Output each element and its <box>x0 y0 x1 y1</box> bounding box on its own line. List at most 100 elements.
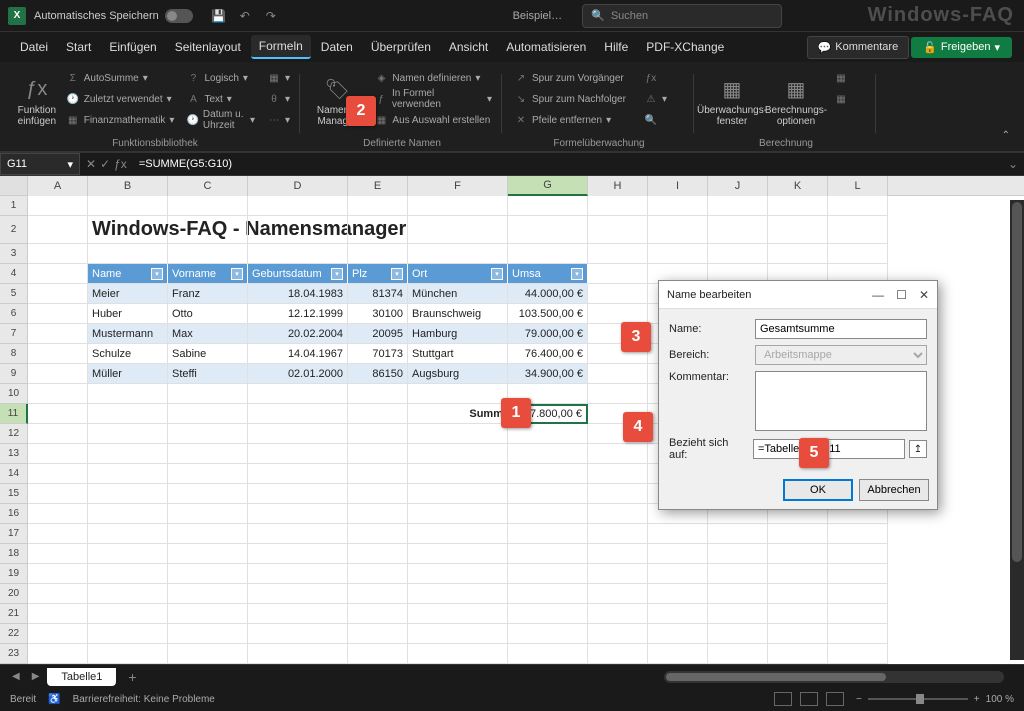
row-header-9[interactable]: 9 <box>0 364 28 384</box>
from-selection-button[interactable]: ▦Aus Auswahl erstellen <box>370 110 496 130</box>
row-header-15[interactable]: 15 <box>0 484 28 504</box>
cell-A21[interactable] <box>28 604 88 624</box>
cell-F12[interactable] <box>408 424 508 444</box>
cell-G23[interactable] <box>508 644 588 664</box>
cell-D17[interactable] <box>248 524 348 544</box>
cell-B18[interactable] <box>88 544 168 564</box>
cell-J22[interactable] <box>708 624 768 644</box>
cell-B21[interactable] <box>88 604 168 624</box>
cell-G4[interactable]: Umsa▾ <box>508 264 588 284</box>
cell-C3[interactable] <box>168 244 248 264</box>
cell-C13[interactable] <box>168 444 248 464</box>
cell-A4[interactable] <box>28 264 88 284</box>
cell-E18[interactable] <box>348 544 408 564</box>
cell-I18[interactable] <box>648 544 708 564</box>
cell-K17[interactable] <box>768 524 828 544</box>
cell-L19[interactable] <box>828 564 888 584</box>
row-header-22[interactable]: 22 <box>0 624 28 644</box>
undo-icon[interactable]: ↶ <box>237 8 253 24</box>
minimize-icon[interactable]: ― <box>872 288 884 302</box>
cell-G18[interactable] <box>508 544 588 564</box>
cell-I21[interactable] <box>648 604 708 624</box>
cell-F13[interactable] <box>408 444 508 464</box>
cell-A18[interactable] <box>28 544 88 564</box>
cell-I20[interactable] <box>648 584 708 604</box>
cell-G21[interactable] <box>508 604 588 624</box>
cell-I2[interactable] <box>648 216 708 244</box>
cell-A3[interactable] <box>28 244 88 264</box>
cell-E13[interactable] <box>348 444 408 464</box>
cell-A14[interactable] <box>28 464 88 484</box>
vertical-scrollbar[interactable] <box>1010 200 1024 660</box>
cell-E17[interactable] <box>348 524 408 544</box>
menu-einfuegen[interactable]: Einfügen <box>101 36 164 58</box>
cell-A2[interactable] <box>28 216 88 244</box>
calc-sheet-button[interactable]: ▦ <box>830 89 852 109</box>
cell-A10[interactable] <box>28 384 88 404</box>
more2-button[interactable]: θ▾ <box>263 89 294 109</box>
cell-D13[interactable] <box>248 444 348 464</box>
row-header-4[interactable]: 4 <box>0 264 28 284</box>
cell-E23[interactable] <box>348 644 408 664</box>
more1-button[interactable]: ▦▾ <box>263 68 294 88</box>
tab-next-icon[interactable]: ▶ <box>28 671 44 682</box>
recent-button[interactable]: 🕐Zuletzt verwendet▾ <box>62 89 179 109</box>
row-header-14[interactable]: 14 <box>0 464 28 484</box>
cell-E14[interactable] <box>348 464 408 484</box>
cell-H5[interactable] <box>588 284 648 304</box>
row-header-10[interactable]: 10 <box>0 384 28 404</box>
row-header-5[interactable]: 5 <box>0 284 28 304</box>
cell-E10[interactable] <box>348 384 408 404</box>
cell-C14[interactable] <box>168 464 248 484</box>
cell-A6[interactable] <box>28 304 88 324</box>
define-name-button[interactable]: ◈Namen definieren▾ <box>370 68 496 88</box>
cell-L18[interactable] <box>828 544 888 564</box>
cell-H23[interactable] <box>588 644 648 664</box>
cell-D1[interactable] <box>248 196 348 216</box>
refers-input[interactable] <box>753 439 905 459</box>
cell-E19[interactable] <box>348 564 408 584</box>
cell-D10[interactable] <box>248 384 348 404</box>
cell-E9[interactable]: 86150 <box>348 364 408 384</box>
cell-C15[interactable] <box>168 484 248 504</box>
cell-C11[interactable] <box>168 404 248 424</box>
cell-E21[interactable] <box>348 604 408 624</box>
cell-F5[interactable]: München <box>408 284 508 304</box>
calc-now-button[interactable]: ▦ <box>830 68 852 88</box>
cell-J1[interactable] <box>708 196 768 216</box>
logical-button[interactable]: ?Logisch▾ <box>182 68 259 88</box>
cell-B12[interactable] <box>88 424 168 444</box>
cell-H22[interactable] <box>588 624 648 644</box>
zoom-in-icon[interactable]: + <box>974 694 980 705</box>
cell-A20[interactable] <box>28 584 88 604</box>
cell-F18[interactable] <box>408 544 508 564</box>
more3-button[interactable]: ⋯▾ <box>263 110 294 130</box>
cell-A17[interactable] <box>28 524 88 544</box>
menu-seitenlayout[interactable]: Seitenlayout <box>167 36 249 58</box>
cell-G8[interactable]: 76.400,00 € <box>508 344 588 364</box>
cell-J19[interactable] <box>708 564 768 584</box>
cell-F4[interactable]: Ort▾ <box>408 264 508 284</box>
cell-J3[interactable] <box>708 244 768 264</box>
filename-label[interactable]: Beispiel… <box>513 10 563 22</box>
cell-K21[interactable] <box>768 604 828 624</box>
cell-F15[interactable] <box>408 484 508 504</box>
cell-A7[interactable] <box>28 324 88 344</box>
cell-G5[interactable]: 44.000,00 € <box>508 284 588 304</box>
cell-F20[interactable] <box>408 584 508 604</box>
autosave-toggle[interactable]: Automatisches Speichern <box>34 9 193 23</box>
cell-A23[interactable] <box>28 644 88 664</box>
remove-arrows-button[interactable]: ✕Pfeile entfernen▾ <box>510 110 630 130</box>
cell-I1[interactable] <box>648 196 708 216</box>
row-header-2[interactable]: 2 <box>0 216 28 244</box>
zoom-slider[interactable] <box>868 698 968 700</box>
cell-F10[interactable] <box>408 384 508 404</box>
cell-C6[interactable]: Otto <box>168 304 248 324</box>
menu-formeln[interactable]: Formeln <box>251 35 311 59</box>
row-header-17[interactable]: 17 <box>0 524 28 544</box>
toggle-switch-icon[interactable] <box>165 9 193 23</box>
cell-B17[interactable] <box>88 524 168 544</box>
name-box[interactable]: G11 ▾ <box>0 153 80 175</box>
cell-F17[interactable] <box>408 524 508 544</box>
cell-H16[interactable] <box>588 504 648 524</box>
